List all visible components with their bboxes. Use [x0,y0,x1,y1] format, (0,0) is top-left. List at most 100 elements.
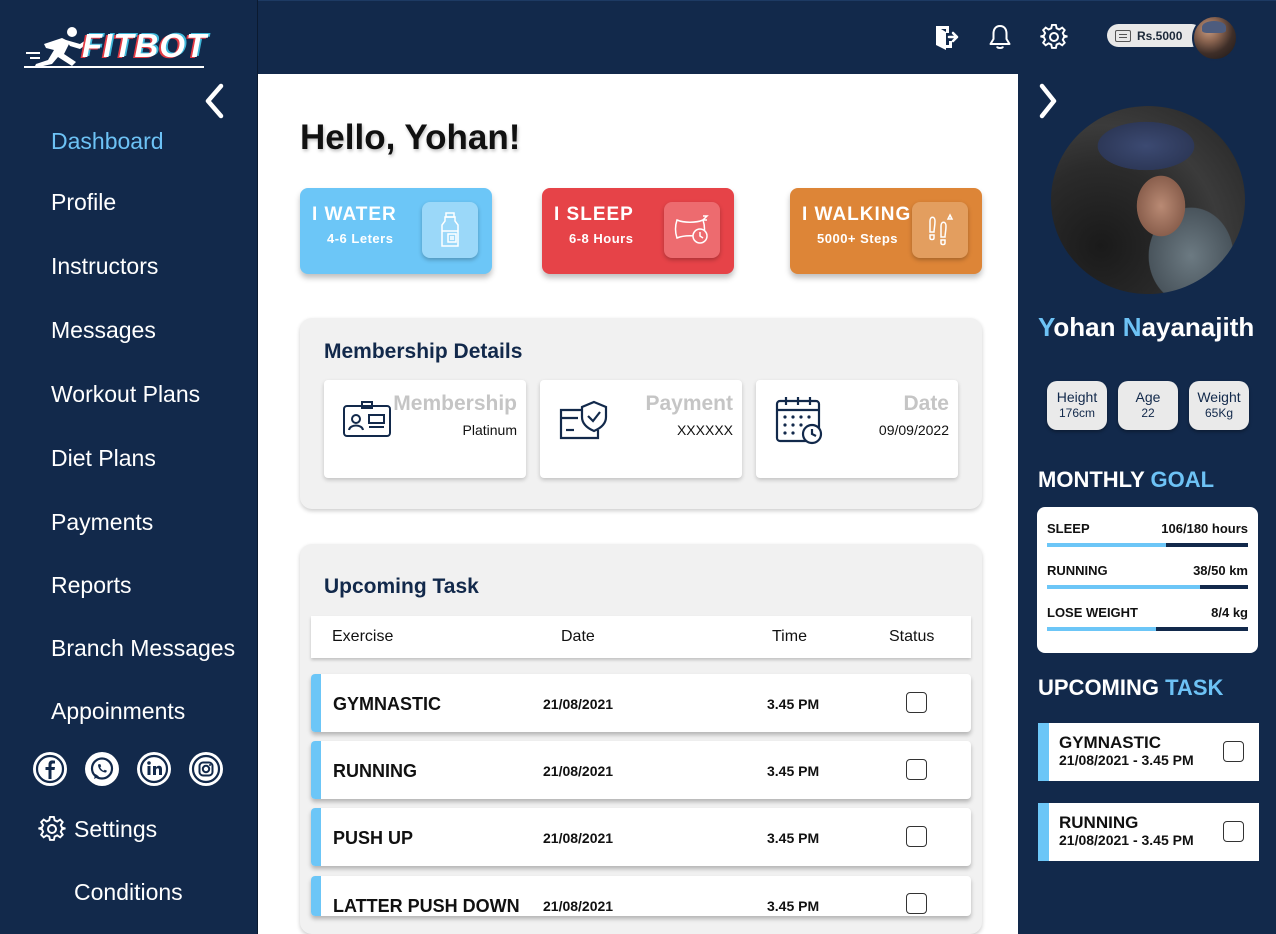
height-stat: Height 176cm [1047,381,1107,430]
time-cell: 3.45 PM [767,898,820,914]
sidebar-item-instructors[interactable]: Instructors [51,253,158,280]
id-card-icon [343,401,391,437]
profile-panel: Yohan Nayanajith Height 176cm Age 22 Wei… [1018,74,1276,934]
sidebar-item-reports[interactable]: Reports [51,572,132,599]
age-stat: Age 22 [1118,381,1178,430]
stat-card-water[interactable]: I WATER 4-6 Leters [300,188,492,274]
facebook-icon[interactable] [33,752,67,786]
wallet-balance[interactable]: Rs.5000 [1107,24,1203,47]
stat-card-sleep[interactable]: I SLEEP 6-8 Hours [542,188,734,274]
payment-box[interactable]: Payment XXXXXX [540,380,742,478]
logo-underline [24,66,204,68]
avatar[interactable] [1192,15,1238,61]
time-cell: 3.45 PM [767,830,820,846]
membership-title: Membership Details [324,340,523,363]
sidebar-item-appoinments[interactable]: Appoinments [51,698,185,725]
task-when: 21/08/2021 - 3.45 PM [1059,752,1194,768]
bell-icon[interactable] [986,23,1014,51]
table-row[interactable]: PUSH UP 21/08/2021 3.45 PM [311,808,971,866]
logout-icon[interactable] [933,23,961,51]
task-checkbox[interactable] [1223,821,1244,842]
row-accent [311,741,321,799]
task-card[interactable]: GYMNASTIC 21/08/2021 - 3.45 PM [1038,723,1259,781]
sidebar-item-workout-plans[interactable]: Workout Plans [51,381,200,408]
date-cell: 21/08/2021 [543,763,614,779]
date-box[interactable]: Date 09/09/2022 [756,380,958,478]
column-header-date: Date [561,628,595,645]
task-checkbox[interactable] [1223,741,1244,762]
sidebar-settings[interactable]: Settings [38,815,157,843]
exercise-cell: PUSH UP [333,828,414,848]
stat-value: 176cm [1058,406,1096,420]
cash-icon [1115,29,1131,42]
whatsapp-icon[interactable] [85,752,119,786]
task-table-header: Exercise Date Time Status [311,616,971,658]
goal-value: 106/180 hours [1161,521,1248,536]
sidebar-item-messages[interactable]: Messages [51,317,156,344]
payment-value: XXXXXX [676,422,733,438]
membership-tier-box[interactable]: Membership Platinum [324,380,526,478]
column-header-time: Time [772,628,807,645]
main-content: Hello, Yohan! I WATER 4-6 Leters I SLEEP… [258,74,1018,934]
gear-icon [38,815,66,841]
task-name: GYMNASTIC [1059,733,1161,752]
monthly-goal-title: MONTHLY GOAL [1038,467,1215,492]
instagram-icon[interactable] [189,752,223,786]
stat-subtitle: 4-6 Leters [327,231,394,246]
gear-icon[interactable] [1040,23,1068,51]
exercise-cell: LATTER PUSH DOWN [333,896,520,916]
goal-value: 38/50 km [1193,563,1248,578]
profile-name: Yohan Nayanajith [1038,312,1255,342]
sidebar-item-payments[interactable]: Payments [51,509,153,536]
shield-card-icon [559,400,608,440]
weight-stat: Weight 65Kg [1189,381,1249,430]
progress-fill [1047,543,1166,547]
status-checkbox[interactable] [906,759,927,780]
membership-card: Membership Details Membership Platinum P… [300,318,982,509]
membership-label: Membership [393,392,517,415]
column-header-exercise: Exercise [332,628,394,645]
time-cell: 3.45 PM [767,696,820,712]
profile-photo [1051,106,1245,294]
linkedin-icon[interactable] [137,752,171,786]
progress-track [1047,627,1248,631]
brand-name: FITBOT [82,27,208,64]
membership-value: Platinum [462,422,517,438]
time-cell: 3.45 PM [767,763,820,779]
calendar-clock-icon [775,397,823,445]
exercise-cell: GYMNASTIC [333,694,441,714]
date-cell: 21/08/2021 [543,830,614,846]
upcoming-task-card: Upcoming Task Exercise Date Time Status … [300,544,982,934]
water-bottle-icon [422,202,478,258]
table-row[interactable]: RUNNING 21/08/2021 3.45 PM [311,741,971,799]
stat-value: 22 [1141,406,1155,420]
goal-label: SLEEP [1047,521,1090,536]
date-label: Date [903,392,949,415]
collapse-sidebar-chevron-icon[interactable] [200,82,230,120]
sidebar-item-profile[interactable]: Profile [51,189,116,216]
footsteps-icon [912,202,968,258]
upcoming-task-title: Upcoming Task [324,575,479,598]
progress-track [1047,585,1248,589]
monthly-goal-card: SLEEP 106/180 hours RUNNING 38/50 km LOS… [1037,507,1258,653]
status-checkbox[interactable] [906,826,927,847]
status-checkbox[interactable] [906,893,927,914]
table-row[interactable]: LATTER PUSH DOWN 21/08/2021 3.45 PM [311,876,971,916]
sidebar-item-conditions[interactable]: Conditions [74,879,183,906]
stat-card-walking[interactable]: I WALKING 5000+ Steps [790,188,982,274]
sidebar-item-diet-plans[interactable]: Diet Plans [51,445,156,472]
sidebar-item-branch-messages[interactable]: Branch Messages [51,635,235,662]
progress-fill [1047,585,1200,589]
sidebar-item-dashboard[interactable]: Dashboard [51,128,164,155]
task-when: 21/08/2021 - 3.45 PM [1059,832,1194,848]
stat-label: Height [1056,389,1098,405]
table-row[interactable]: GYMNASTIC 21/08/2021 3.45 PM [311,674,971,732]
collapse-panel-chevron-icon[interactable] [1034,82,1060,120]
stat-title: I WATER [312,204,397,225]
pillow-clock-icon [664,202,720,258]
date-cell: 21/08/2021 [543,696,614,712]
task-card[interactable]: RUNNING 21/08/2021 - 3.45 PM [1038,803,1259,861]
status-checkbox[interactable] [906,692,927,713]
row-accent [311,808,321,866]
column-header-status: Status [889,628,935,645]
